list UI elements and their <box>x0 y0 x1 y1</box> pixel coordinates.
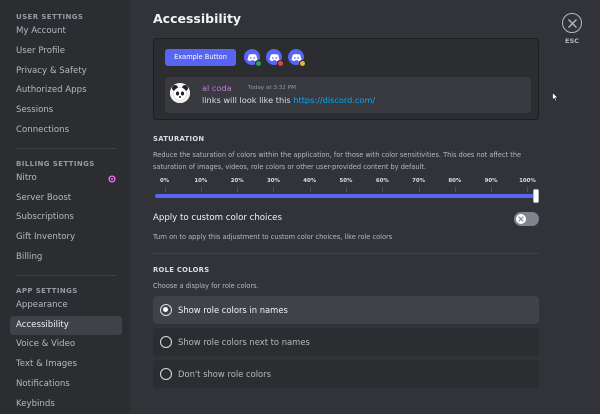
status-online-icon <box>255 60 262 67</box>
sidebar-item-privacy-safety[interactable]: Privacy & Safety <box>10 62 122 82</box>
sidebar-item-gift-inventory[interactable]: Gift Inventory <box>10 228 122 248</box>
saturation-slider-track[interactable] <box>155 194 537 198</box>
role-colors-title: ROLE COLORS <box>153 266 210 274</box>
close-settings[interactable]: ESC <box>561 13 583 45</box>
close-button[interactable] <box>562 13 582 33</box>
message-text: links will look like this <box>202 95 294 105</box>
sidebar-divider <box>16 274 116 276</box>
sidebar-item-user-profile[interactable]: User Profile <box>10 42 122 62</box>
toggle-knob <box>516 214 526 224</box>
sidebar-item-notifications[interactable]: Notifications <box>10 375 122 395</box>
avatar[interactable] <box>170 83 190 103</box>
close-icon <box>567 18 577 28</box>
sidebar-item-sessions[interactable]: Sessions <box>10 101 122 121</box>
slider-tick <box>200 187 202 192</box>
slider-tick <box>273 187 275 192</box>
sidebar-item-server-boost[interactable]: Server Boost <box>10 189 122 209</box>
message-content: links will look like this https://discor… <box>202 95 375 105</box>
slider-tick <box>164 187 166 192</box>
status-dnd-icon <box>277 60 284 67</box>
avatar-idle <box>288 49 306 67</box>
role-colors-option-next-to-names[interactable]: Show role colors next to names <box>153 328 539 356</box>
sidebar-item-subscriptions[interactable]: Subscriptions <box>10 208 122 228</box>
sidebar-header-billing-settings: BILLING SETTINGS <box>16 159 95 168</box>
status-idle-icon <box>299 60 306 67</box>
avatar-online <box>244 49 262 67</box>
sidebar-item-nitro[interactable]: Nitro <box>10 169 122 189</box>
custom-colors-description: Turn on to apply this adjustment to cust… <box>153 233 393 241</box>
settings-sidebar: USER SETTINGS My Account User Profile Pr… <box>0 0 130 414</box>
slider-tick <box>491 187 493 192</box>
settings-content: Accessibility ESC Example Button al coda… <box>130 0 600 414</box>
slider-tick-label: 20% <box>230 178 244 184</box>
radio-label: Don't show role colors <box>178 369 271 379</box>
slider-tick <box>382 187 384 192</box>
section-divider <box>153 253 539 254</box>
slider-tick <box>454 187 456 192</box>
sidebar-item-my-account[interactable]: My Account <box>10 22 122 42</box>
message-link[interactable]: https://discord.com/ <box>293 95 375 105</box>
sidebar-item-text-images[interactable]: Text & Images <box>10 355 122 375</box>
slider-tick <box>418 187 420 192</box>
saturation-title: SATURATION <box>153 135 205 143</box>
panda-avatar-icon <box>170 83 190 103</box>
slider-tick-label: 90% <box>484 178 498 184</box>
slider-tick-label: 60% <box>375 178 389 184</box>
slider-tick <box>309 187 311 192</box>
message-username[interactable]: al coda <box>202 83 232 93</box>
saturation-slider-ticks <box>153 187 539 193</box>
toggle-off-x-icon <box>518 216 524 222</box>
nitro-icon <box>108 175 116 183</box>
slider-tick-label: 80% <box>448 178 462 184</box>
slider-tick-label: 10% <box>194 178 208 184</box>
custom-colors-toggle[interactable] <box>514 212 539 226</box>
slider-tick-label: 50% <box>339 178 353 184</box>
custom-colors-label: Apply to custom color choices <box>153 213 282 223</box>
slider-tick-label: 30% <box>266 178 280 184</box>
sidebar-item-voice-video[interactable]: Voice & Video <box>10 335 122 355</box>
esc-label: ESC <box>565 37 579 45</box>
sidebar-item-connections[interactable]: Connections <box>10 121 122 141</box>
radio-unselected-icon <box>160 368 172 380</box>
slider-tick-label: 100% <box>519 178 536 184</box>
radio-selected-icon <box>160 304 172 316</box>
saturation-slider-handle[interactable] <box>533 189 539 203</box>
mouse-cursor-icon <box>552 92 559 102</box>
sidebar-item-label: Nitro <box>16 172 37 183</box>
sidebar-item-appearance[interactable]: Appearance <box>10 296 122 316</box>
preview-message: al coda Today at 3:32 PM links will look… <box>165 77 531 113</box>
saturation-description: Reduce the saturation of colors within t… <box>153 151 522 171</box>
accessibility-preview: Example Button al coda Today at 3:32 PM … <box>153 38 539 120</box>
slider-tick-label: 0% <box>160 178 170 184</box>
radio-unselected-icon <box>160 336 172 348</box>
slider-tick-label: 40% <box>303 178 317 184</box>
slider-tick <box>346 187 347 192</box>
role-colors-option-none[interactable]: Don't show role colors <box>153 360 539 388</box>
page-title: Accessibility <box>153 11 242 26</box>
example-button[interactable]: Example Button <box>165 49 236 66</box>
radio-label: Show role colors next to names <box>178 337 310 347</box>
sidebar-item-billing[interactable]: Billing <box>10 248 122 268</box>
sidebar-item-authorized-apps[interactable]: Authorized Apps <box>10 81 122 101</box>
sidebar-item-accessibility[interactable]: Accessibility <box>10 315 122 336</box>
slider-tick <box>237 187 239 192</box>
sidebar-header-user-settings: USER SETTINGS <box>16 13 84 21</box>
role-colors-description: Choose a display for role colors. <box>153 282 259 290</box>
slider-tick-label: 70% <box>412 178 426 184</box>
slider-tick <box>527 187 529 192</box>
avatar-dnd <box>266 49 284 67</box>
role-colors-option-in-names[interactable]: Show role colors in names <box>153 296 539 324</box>
sidebar-header-app-settings: APP SETTINGS <box>16 286 78 295</box>
sidebar-item-keybinds[interactable]: Keybinds <box>10 395 122 414</box>
radio-label: Show role colors in names <box>178 305 288 315</box>
message-timestamp: Today at 3:32 PM <box>248 85 296 91</box>
sidebar-divider <box>16 147 116 149</box>
